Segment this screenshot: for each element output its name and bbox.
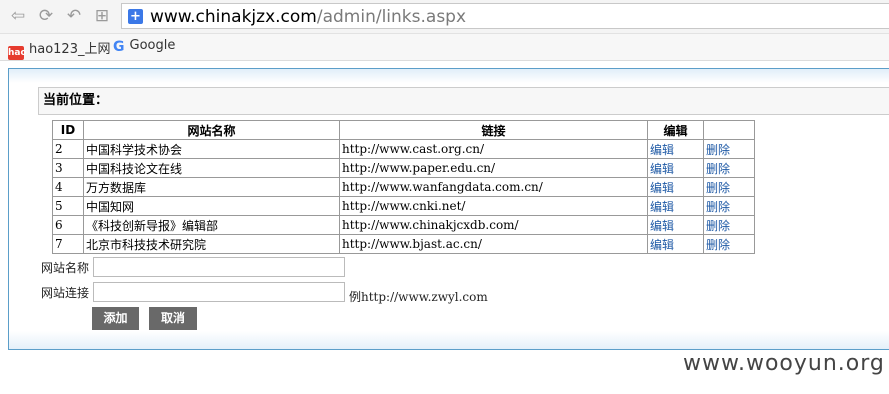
url-domain: www.chinakjzx.com [150,7,317,27]
site-url-input[interactable] [93,282,345,302]
table-row: 4 万方数据库 http://www.wanfangdata.com.cn/ 编… [52,177,755,197]
header-edit: 编辑 [647,120,704,140]
delete-link[interactable]: 删除 [706,181,730,195]
cell-id: 6 [52,215,84,235]
bookmarks-bar: hao hao123_上网 G Google [0,34,889,61]
forward-icon[interactable]: ⟳ [36,6,56,26]
bookmark-google[interactable]: G Google [113,38,176,55]
table-row: 6 《科技创新导报》编辑部 http://www.chinakjcxdb.com… [52,215,755,235]
table-row: 7 北京市科技技术研究院 http://www.bjast.ac.cn/ 编辑 … [52,234,755,254]
url-text: www.chinakjzx.com/admin/links.aspx [150,7,466,27]
site-name-input[interactable] [93,257,345,277]
address-bar[interactable]: + www.chinakjzx.com/admin/links.aspx [121,3,889,29]
table-row: 5 中国知网 http://www.cnki.net/ 编辑 删除 [52,196,755,216]
cell-url: http://www.bjast.ac.cn/ [339,234,648,254]
add-button[interactable]: 添加 [92,307,139,330]
cell-id: 5 [52,196,84,216]
url-example-text: 例http://www.zwyl.com [349,290,488,304]
cell-name: 中国知网 [83,196,340,216]
bookmark-label: Google [129,38,176,53]
site-url-label: 网站连接 [41,286,90,300]
watermark-text: www.wooyun.org [683,351,885,376]
cell-url: http://www.chinakjcxdb.com/ [339,215,648,235]
undo-icon[interactable]: ↶ [64,6,84,26]
table-header-row: ID 网站名称 链接 编辑 [52,120,755,140]
admin-area: 当前位置： ID 网站名称 链接 编辑 2 中国科学技术协会 http://ww… [38,87,889,345]
edit-link[interactable]: 编辑 [650,143,674,157]
links-table: ID 网站名称 链接 编辑 2 中国科学技术协会 http://www.cast… [52,120,755,254]
cell-id: 4 [52,177,84,197]
delete-link[interactable]: 删除 [706,143,730,157]
hao123-icon: hao [8,46,27,60]
header-url: 链接 [339,120,648,140]
back-icon[interactable]: ⇦ [8,6,28,26]
edit-link[interactable]: 编辑 [650,181,674,195]
delete-link[interactable]: 删除 [706,219,730,233]
cell-name: 北京市科技技术研究院 [83,234,340,254]
location-bar: 当前位置： [38,87,889,115]
header-name: 网站名称 [83,120,340,140]
delete-link[interactable]: 删除 [706,162,730,176]
browser-toolbar: ⇦ ⟳ ↶ ⊞ + www.chinakjzx.com/admin/links.… [0,0,889,34]
location-label: 当前位置： [43,93,109,108]
cell-url: http://www.wanfangdata.com.cn/ [339,177,648,197]
edit-link[interactable]: 编辑 [650,219,674,233]
cell-url: http://www.cast.org.cn/ [339,139,648,159]
cell-name: 《科技创新导报》编辑部 [83,215,340,235]
cell-url: http://www.paper.edu.cn/ [339,158,648,178]
bookmark-hao123[interactable]: hao hao123_上网 [8,38,110,60]
cell-id: 2 [52,139,84,159]
header-delete [703,120,755,140]
delete-link[interactable]: 删除 [706,200,730,214]
header-id: ID [52,120,84,140]
cell-name: 中国科技论文在线 [83,158,340,178]
cell-name: 万方数据库 [83,177,340,197]
cell-id: 7 [52,234,84,254]
google-icon: G [113,39,125,55]
delete-link[interactable]: 删除 [706,238,730,252]
grid-icon[interactable]: ⊞ [92,6,112,26]
site-favicon-icon: + [128,9,143,24]
edit-link[interactable]: 编辑 [650,238,674,252]
cell-id: 3 [52,158,84,178]
edit-link[interactable]: 编辑 [650,162,674,176]
cancel-button[interactable]: 取消 [149,307,197,330]
cell-name: 中国科学技术协会 [83,139,340,159]
table-row: 3 中国科技论文在线 http://www.paper.edu.cn/ 编辑 删… [52,158,755,178]
content-panel: 当前位置： ID 网站名称 链接 编辑 2 中国科学技术协会 http://ww… [8,68,889,350]
cell-url: http://www.cnki.net/ [339,196,648,216]
edit-link[interactable]: 编辑 [650,200,674,214]
site-name-label: 网站名称 [41,261,90,275]
bookmark-label: hao123_上网 [29,42,111,57]
table-row: 2 中国科学技术协会 http://www.cast.org.cn/ 编辑 删除 [52,139,755,159]
url-path: /admin/links.aspx [316,7,467,27]
